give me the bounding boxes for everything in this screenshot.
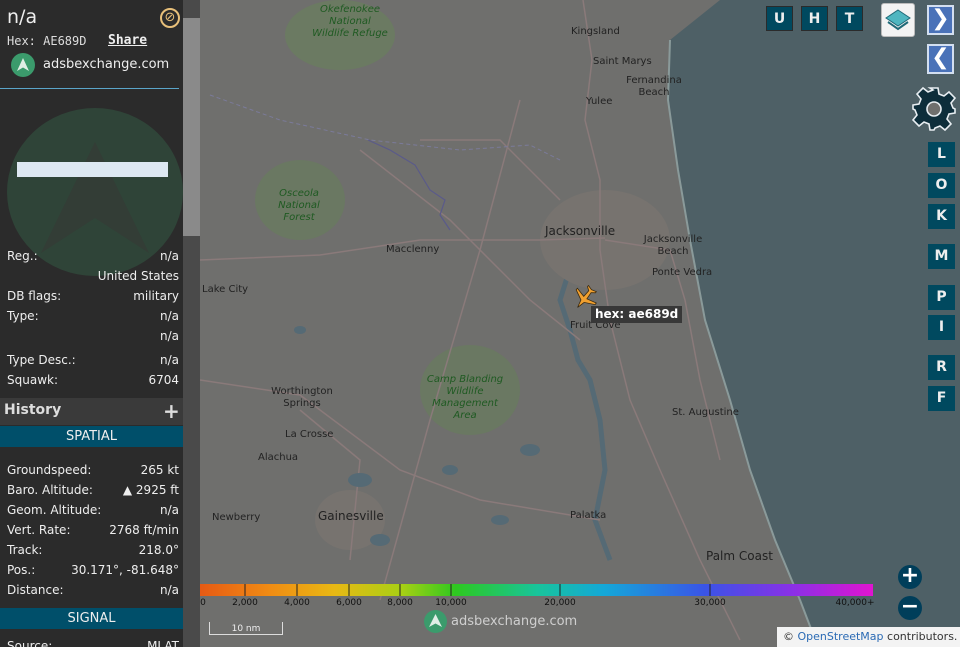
map-label-jacksonville: Jacksonville — [545, 224, 616, 238]
altitude-tick: 20,000 — [544, 598, 576, 608]
map-label-macclenny: Macclenny — [386, 244, 440, 255]
spatial-header: SPATIAL — [0, 426, 183, 447]
spatial-row-track: Track: 218.0° — [7, 543, 179, 557]
watermark-logo-icon — [424, 610, 447, 633]
map-label-yulee: Yulee — [586, 96, 613, 107]
map-label-osceola: Osceola National Forest — [278, 188, 320, 223]
openstreetmap-link[interactable]: OpenStreetMap — [798, 630, 884, 643]
map-label-okefenokee: Okefenokee National Wildlife Refuge — [312, 4, 388, 39]
detail-row-type: Type: n/a — [7, 309, 179, 323]
toggle-t-button[interactable]: T — [836, 6, 863, 31]
layers-button[interactable] — [881, 3, 915, 37]
toggle-f-button[interactable]: F — [928, 386, 955, 411]
map-label-jacksonville-beach: Jacksonville Beach — [643, 234, 703, 257]
aircraft-callsign: n/a — [7, 6, 38, 28]
detail-row-db-flags: DB flags: military — [7, 289, 179, 303]
layers-icon — [885, 9, 911, 31]
altitude-tick: 30,000 — [694, 598, 726, 608]
scale-bar: 10 nm — [209, 622, 283, 635]
hex-code: Hex: AE689D — [7, 34, 87, 48]
share-link[interactable]: Share — [108, 33, 147, 48]
altitude-tick: 0 — [200, 598, 206, 608]
aircraft-info-sidebar: n/a ⊘ Hex: AE689D Share adsbexchange.com… — [0, 0, 200, 647]
app-root: Kingsland Saint Marys Fernandina Beach Y… — [0, 0, 960, 647]
map-view[interactable]: Kingsland Saint Marys Fernandina Beach Y… — [200, 0, 960, 647]
toggle-r-button[interactable]: R — [928, 355, 955, 380]
collapse-left-button[interactable]: ❮ — [927, 44, 954, 74]
map-label-gainesville: Gainesville — [318, 509, 384, 523]
map-label-fernandina-beach: Fernandina Beach — [626, 75, 682, 98]
history-label: History — [4, 402, 62, 418]
altitude-tick: 4,000 — [284, 598, 310, 608]
map-label-camp-blanding: Camp Blanding Wildlife Management Area — [426, 374, 504, 421]
detail-row-country: United States — [97, 269, 179, 283]
adsbexchange-logo-icon — [11, 53, 35, 77]
aircraft-label[interactable]: hex: ae689d — [591, 306, 683, 323]
toggle-i-button[interactable]: I — [928, 315, 955, 340]
altitude-tick: 10,000 — [435, 598, 467, 608]
map-label-saint-marys: Saint Marys — [593, 56, 652, 67]
altitude-tick: 40,000+ — [835, 598, 875, 608]
history-section-header[interactable]: History + — [0, 398, 183, 425]
attribution-suffix: contributors. — [883, 630, 958, 643]
sidebar-scrollbar-thumb[interactable] — [183, 18, 200, 236]
spatial-row-geom-altitude: Geom. Altitude: n/a — [7, 503, 179, 517]
expand-history-icon[interactable]: + — [163, 399, 180, 423]
expand-right-button[interactable]: ❯ — [927, 5, 954, 35]
zoom-in-button[interactable]: + — [898, 565, 922, 589]
signal-row-source: Source: MLAT — [7, 639, 179, 647]
detail-row-registration: Reg.: n/a — [7, 249, 179, 263]
chevron-right-icon: ❯ — [931, 6, 950, 31]
toggle-u-button[interactable]: U — [766, 6, 793, 31]
map-label-ponte-vedra: Ponte Vedra — [652, 267, 713, 278]
detail-row-squawk: Squawk: 6704 — [7, 373, 179, 387]
spatial-row-position: Pos.: 30.171°, -81.648° — [7, 563, 179, 577]
map-label-lake-city: Lake City — [202, 284, 249, 295]
toggle-o-button[interactable]: O — [928, 173, 955, 198]
spatial-row-groundspeed: Groundspeed: 265 kt — [7, 463, 179, 477]
spatial-row-baro-altitude: Baro. Altitude: ▲ 2925 ft — [7, 483, 179, 497]
map-label-palatka: Palatka — [570, 510, 607, 521]
signal-header: SIGNAL — [0, 608, 183, 629]
toggle-m-button[interactable]: M — [928, 244, 955, 269]
map-label-newberry: Newberry — [212, 512, 261, 523]
toggle-k-button[interactable]: K — [928, 204, 955, 229]
watermark-text: adsbexchange.com — [451, 614, 578, 629]
adsbexchange-link[interactable]: adsbexchange.com — [43, 57, 169, 72]
altitude-tick: 8,000 — [387, 598, 413, 608]
photo-caption-bar — [17, 162, 168, 177]
zoom-out-button[interactable]: − — [898, 596, 922, 620]
altitude-tick: 2,000 — [232, 598, 258, 608]
altitude-tick: 6,000 — [336, 598, 362, 608]
map-label-palm-coast: Palm Coast — [706, 549, 773, 563]
spatial-row-distance: Distance: n/a — [7, 583, 179, 597]
toggle-l-button[interactable]: L — [928, 142, 955, 167]
spatial-row-vert-rate: Vert. Rate: 2768 ft/min — [7, 523, 179, 537]
chevron-left-icon: ❮ — [931, 45, 950, 70]
map-label-worthington-springs: Worthington Springs — [271, 386, 333, 409]
toggle-p-button[interactable]: P — [928, 285, 955, 310]
close-icon[interactable]: ⊘ — [160, 8, 180, 28]
detail-row-type-extra: n/a — [159, 329, 179, 343]
map-label-st-augustine: St. Augustine — [672, 407, 739, 418]
map-attribution: © OpenStreetMap contributors. — [777, 627, 960, 647]
settings-gear-icon[interactable] — [911, 86, 957, 132]
altitude-color-legend — [200, 584, 873, 596]
map-label-alachua: Alachua — [258, 452, 299, 463]
toggle-h-button[interactable]: H — [801, 6, 828, 31]
detail-row-type-desc: Type Desc.: n/a — [7, 353, 179, 367]
attribution-prefix: © — [783, 630, 798, 643]
map-label-kingsland: Kingsland — [571, 26, 620, 37]
divider — [0, 88, 179, 89]
map-label-la-crosse: La Crosse — [285, 429, 334, 440]
